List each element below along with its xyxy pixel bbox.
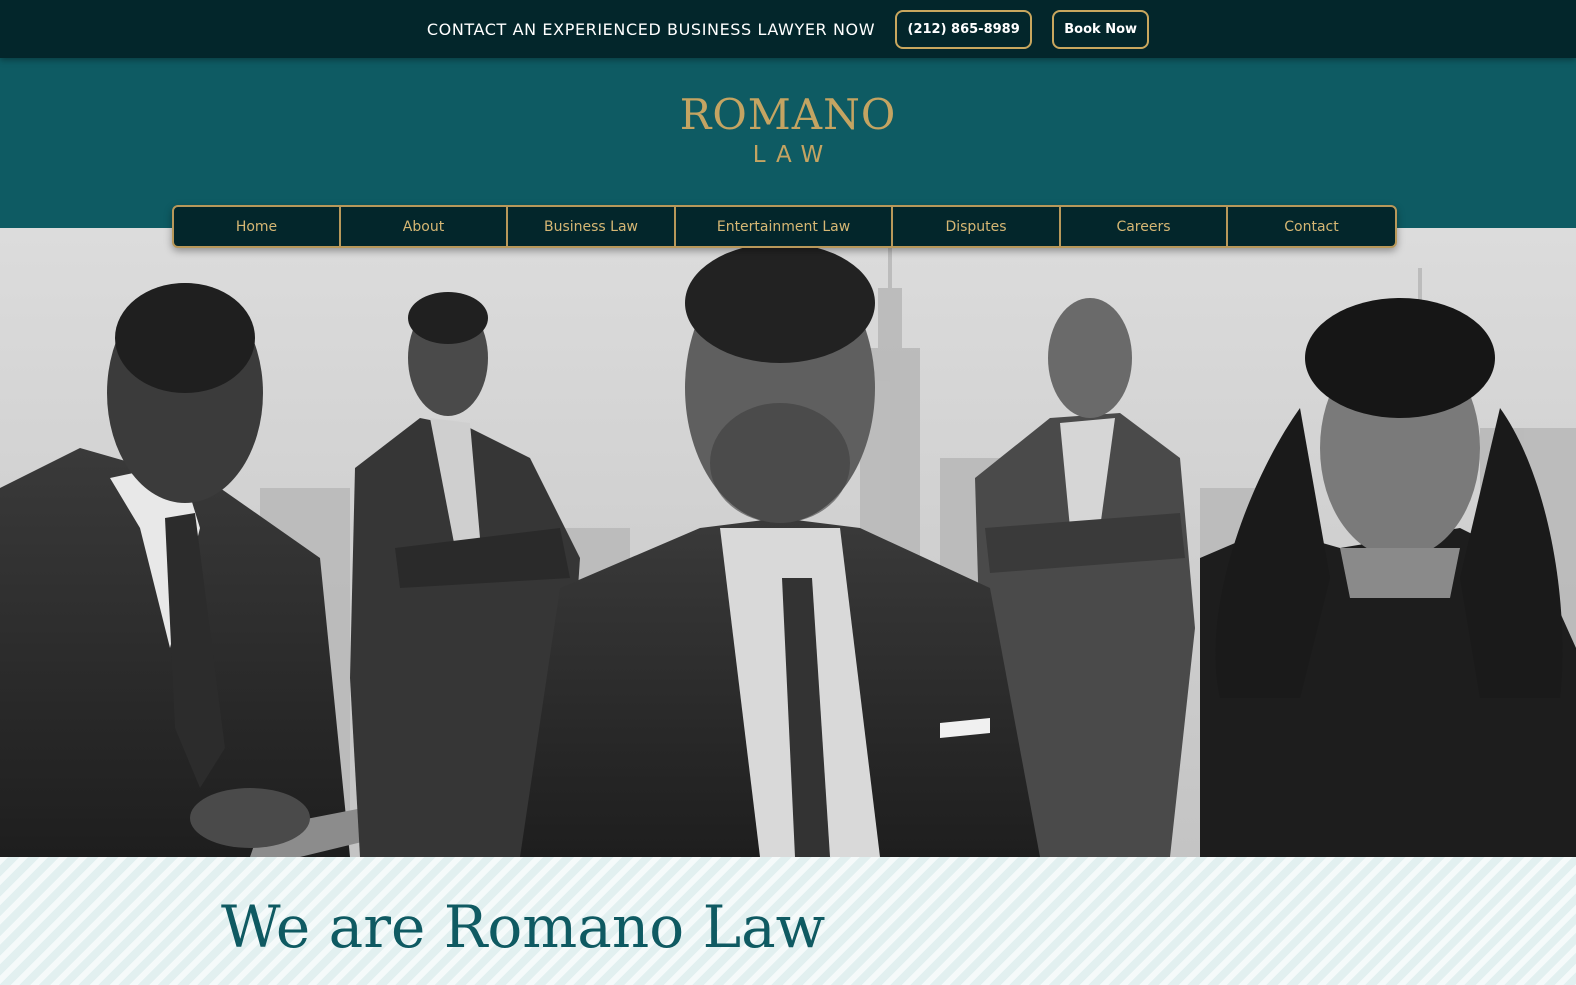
hero-team-photo	[0, 228, 1576, 857]
phone-button[interactable]: (212) 865-8989	[895, 9, 1033, 49]
nav-item-contact[interactable]: Contact	[1228, 207, 1395, 246]
team-photo-illustration	[0, 228, 1576, 857]
logo-wordmark: ROMANO	[679, 90, 897, 139]
nav-item-business-law[interactable]: Business Law	[508, 207, 676, 246]
logo-subtitle: LAW	[752, 142, 834, 168]
top-contact-bar: CONTACT AN EXPERIENCED BUSINESS LAWYER N…	[0, 0, 1576, 58]
contact-cta-text: CONTACT AN EXPERIENCED BUSINESS LAWYER N…	[426, 19, 876, 39]
main-navigation: Home About Business Law Entertainment La…	[172, 205, 1397, 248]
nav-item-entertainment-law[interactable]: Entertainment Law	[676, 207, 893, 246]
book-now-button[interactable]: Book Now	[1052, 9, 1150, 49]
nav-item-about[interactable]: About	[341, 207, 508, 246]
site-logo[interactable]: ROMANO LAW	[0, 90, 1576, 169]
nav-item-home[interactable]: Home	[174, 207, 341, 246]
nav-item-careers[interactable]: Careers	[1061, 207, 1228, 246]
nav-item-disputes[interactable]: Disputes	[893, 207, 1061, 246]
intro-section: We are Romano Law	[0, 857, 1576, 985]
intro-heading: We are Romano Law	[221, 893, 826, 961]
